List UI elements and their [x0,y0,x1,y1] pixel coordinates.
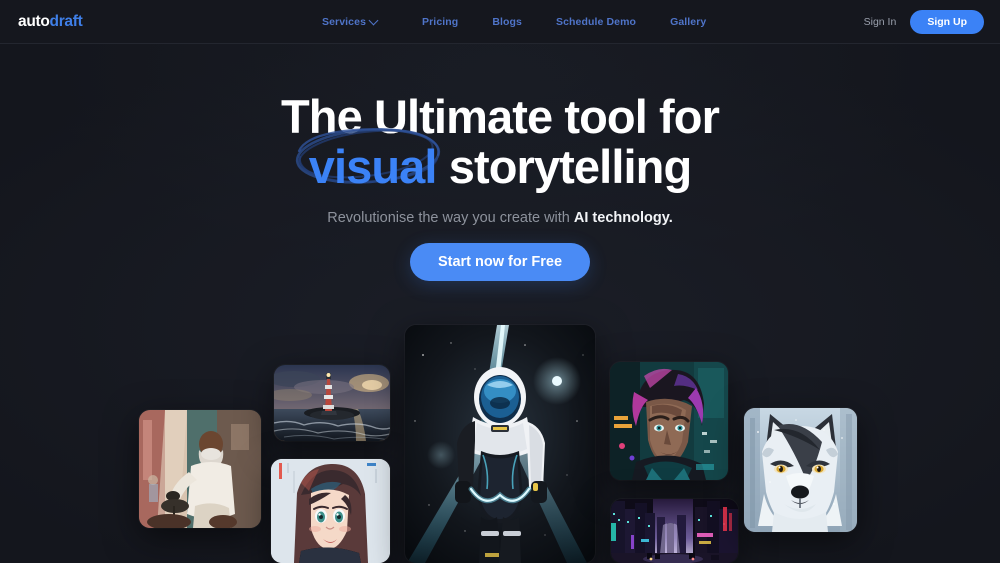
chevron-down-icon [368,15,379,25]
site-header: autodraft Services Pricing Blogs Schedul… [0,0,1000,44]
sign-up-button[interactable]: Sign Up [910,9,984,34]
logo[interactable]: autodraft [18,12,83,31]
wolf-image [744,408,857,532]
gallery-card-anime-girl[interactable] [271,459,390,563]
gallery-card-wolf[interactable] [744,408,857,532]
nav-item-pricing[interactable]: Pricing [422,16,458,28]
cyberpunk-portrait-image [610,362,728,480]
anime-girl-image [271,459,390,563]
sign-in-link[interactable]: Sign In [864,16,897,28]
nav-label-services: Services [322,16,367,28]
nav-item-gallery[interactable]: Gallery [670,16,706,28]
logo-text-primary: auto [18,12,50,30]
neon-city-image [611,499,738,563]
nav-label-blogs: Blogs [492,16,522,28]
nav-label-schedule-demo: Schedule Demo [555,16,637,28]
chai-vendor-image [139,410,261,528]
gallery-card-lighthouse[interactable] [274,365,390,441]
gallery-card-chai-vendor[interactable] [139,410,261,528]
lighthouse-image [274,365,390,441]
gallery-card-astronaut[interactable] [405,325,595,563]
main-nav: Services Pricing Blogs Schedule Demo Gal… [322,0,706,44]
astronaut-image [405,325,595,563]
landing-page: autodraft Services Pricing Blogs Schedul… [0,0,1000,563]
nav-item-schedule-demo[interactable]: Schedule Demo [556,16,636,28]
hero-headline-highlight: visual [308,140,438,193]
auth-actions: Sign In Sign Up [864,9,984,34]
logo-text-accent: draft [49,12,83,30]
image-gallery [0,0,1000,563]
gallery-card-cyberpunk-portrait[interactable] [610,362,728,480]
gallery-card-neon-city[interactable] [611,499,738,563]
nav-item-blogs[interactable]: Blogs [492,16,522,28]
nav-label-gallery: Gallery [670,16,707,28]
nav-label-pricing: Pricing [422,16,459,28]
nav-item-services[interactable]: Services [322,15,379,28]
